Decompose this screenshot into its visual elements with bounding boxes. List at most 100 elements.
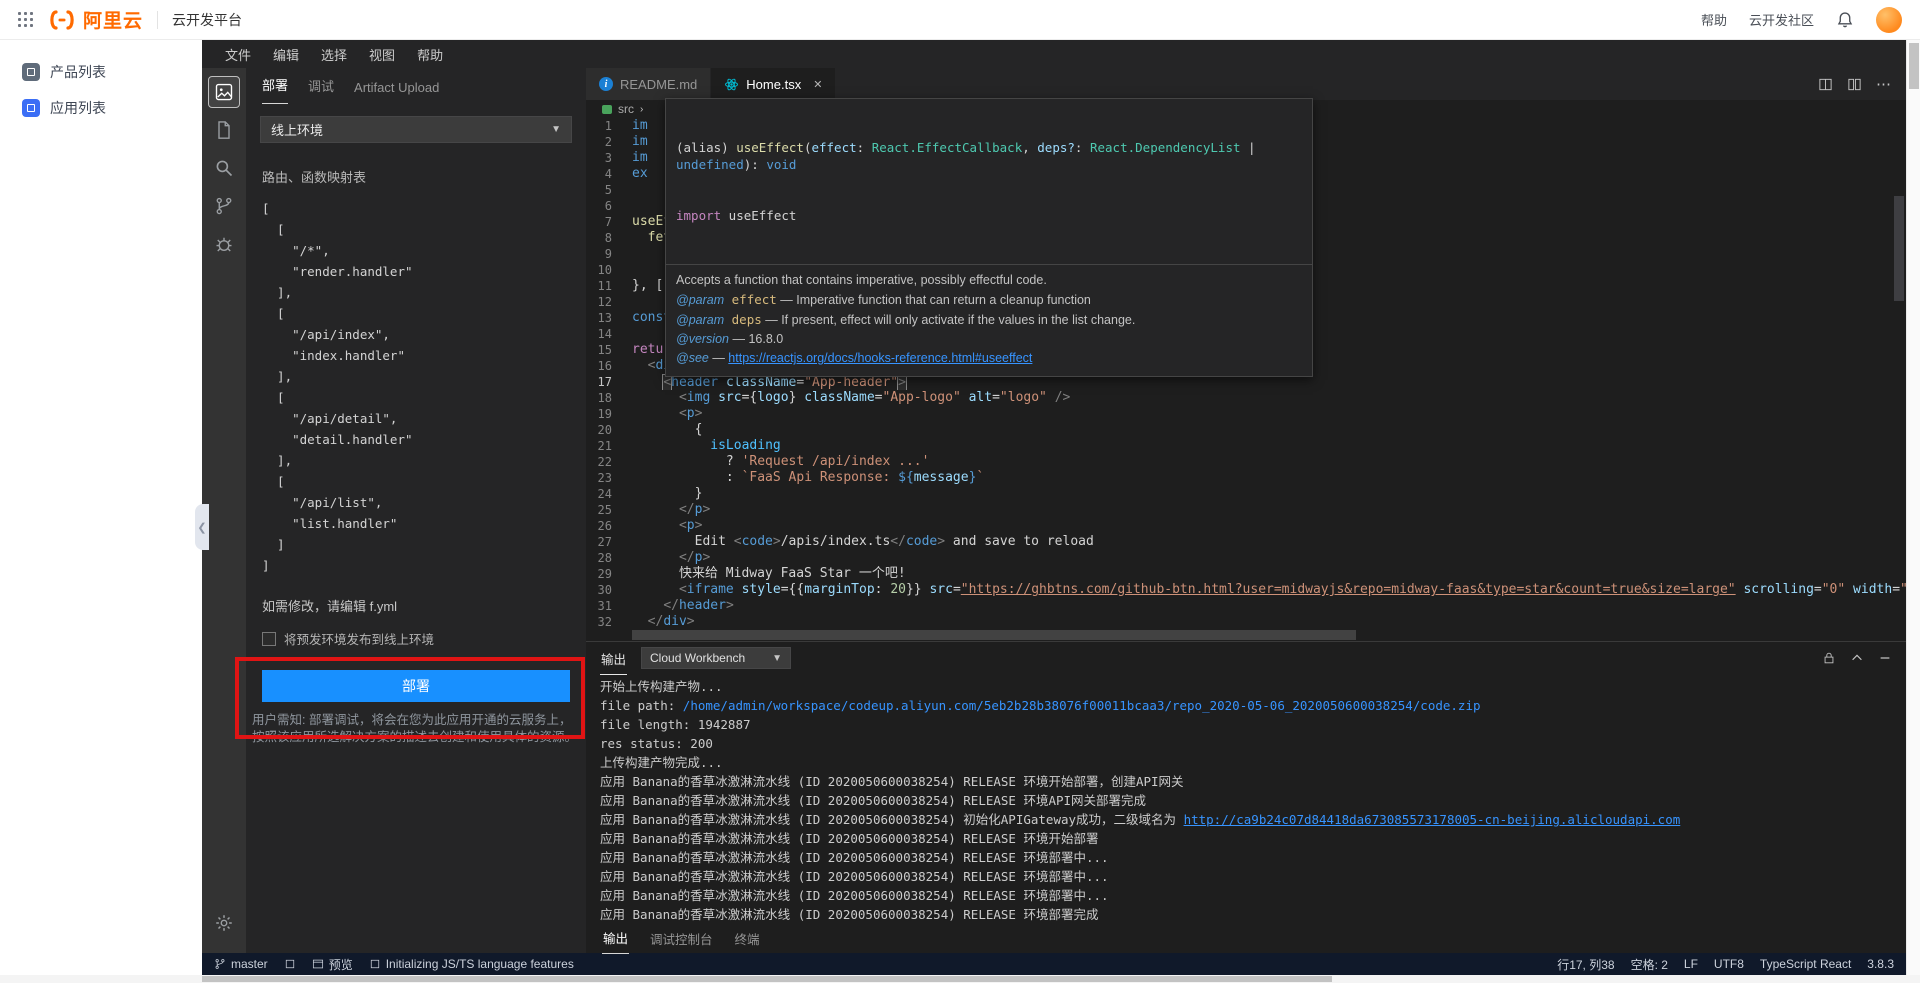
breadcrumb-item[interactable]: src [618, 102, 634, 116]
line-number: 28 [597, 551, 612, 565]
mapping-title: 路由、函数映射表 [262, 170, 367, 185]
mapping-line: ], [262, 285, 293, 300]
status-preview[interactable]: 预览 [312, 956, 353, 973]
src-folder-icon [602, 104, 612, 114]
status-right-5[interactable]: 3.8.3 [1867, 957, 1894, 971]
code-text: <img src={logo} className="App-logo" alt… [678, 390, 1071, 405]
status-right-3[interactable]: UTF8 [1714, 957, 1744, 971]
menu-item-2[interactable]: 选择 [310, 45, 358, 64]
search-icon[interactable] [208, 152, 240, 184]
line-number: 23 [597, 471, 612, 485]
sidebar-item-0[interactable]: 产品列表 [0, 54, 202, 90]
close-panel-icon[interactable] [1878, 651, 1892, 665]
page-vertical-scrollbar[interactable] [1906, 40, 1920, 975]
status-language-status[interactable]: Initializing JS/TS language features [369, 957, 574, 971]
output-text: 应用 Banana的香草冰激淋流水线 (ID 2020050600038254)… [600, 774, 1184, 789]
deploy-panel-tab-0[interactable]: 部署 [262, 75, 289, 104]
hover-see-row: @see — https://reactjs.org/docs/hooks-re… [676, 351, 1033, 365]
ide: 文件 编辑 选择 视图 帮助 部署 调试 Artifact Upload 线上环境 ▼ 路由… [202, 40, 1906, 975]
mapping-block: [ [ "/*", "render.handler" ], [ "/api/in… [262, 198, 570, 576]
mapping-line: [ [262, 390, 285, 405]
editor-tab-readme-md[interactable]: i README.md [586, 68, 712, 100]
deploy-panel-tab-1[interactable]: 调试 [308, 76, 334, 104]
maximize-panel-icon[interactable] [1850, 651, 1864, 665]
output-text: res status: 200 [600, 736, 713, 751]
menu-item-3[interactable]: 视图 [358, 45, 406, 64]
file-icon[interactable] [208, 114, 240, 146]
code-text: } [632, 486, 703, 501]
editor-tab-home-tsx[interactable]: Home.tsx ✕ [711, 68, 837, 100]
menubar: 文件 编辑 选择 视图 帮助 [202, 40, 1906, 68]
line-number: 22 [597, 455, 612, 469]
notification-bell-icon[interactable] [1836, 11, 1854, 29]
explorer-icon[interactable] [208, 76, 240, 108]
output-text: file path: [600, 698, 683, 713]
deploy-button[interactable]: 部署 [262, 670, 570, 702]
deploy-panel-tab-2[interactable]: Artifact Upload [354, 80, 439, 104]
mapping-line: [ [262, 222, 285, 237]
line-number: 8 [604, 231, 612, 245]
line-number: 4 [604, 167, 612, 181]
editor-tabbar-tabs: i README.md Home.tsx ✕ [586, 68, 837, 100]
editor-vertical-scrollbar[interactable] [1894, 196, 1904, 301]
mapping-line: [ [262, 201, 270, 216]
panel-tab-2[interactable]: 终端 [734, 923, 761, 954]
topbar: 阿里云 云开发平台 帮助 云开发社区 [0, 0, 1920, 40]
publish-checkbox[interactable] [262, 631, 276, 646]
line-number: 31 [597, 599, 612, 613]
sidebar-item-1[interactable]: 应用列表 [0, 90, 202, 126]
menu-item-0[interactable]: 文件 [214, 45, 262, 64]
menu-item-4[interactable]: 帮助 [406, 45, 454, 64]
status-branch[interactable]: master [214, 957, 268, 971]
help-link[interactable]: 帮助 [1701, 10, 1727, 29]
code-text: Edit <code>/apis/index.ts</code> and sav… [632, 534, 1094, 549]
output-log: 开始上传构建产物... file path: /home/admin/worksp… [586, 674, 1906, 923]
user-avatar[interactable] [1876, 6, 1902, 33]
status-right-2[interactable]: LF [1684, 957, 1698, 971]
app-list-icon [22, 99, 40, 117]
panel-tab-1[interactable]: 调试控制台 [649, 923, 714, 954]
mapping-line: "/api/index", [262, 327, 390, 342]
page-horizontal-scrollbar[interactable] [0, 975, 1920, 983]
line-number: 18 [597, 391, 612, 405]
status-right-1[interactable]: 空格: 2 [1631, 956, 1668, 973]
settings-icon[interactable] [208, 907, 240, 939]
line-number: 9 [604, 247, 612, 261]
panel-title-tab[interactable]: 输出 [600, 642, 628, 675]
code-line: 19 <p> [586, 406, 1906, 422]
code-line: 31 </header> [586, 598, 1906, 614]
status-label: 预览 [328, 957, 353, 972]
source-control-icon[interactable] [208, 190, 240, 222]
edit-hint: 如需修改，请编辑 f.yml [262, 599, 398, 614]
status-right-4[interactable]: TypeScript React [1760, 957, 1851, 971]
status-sync[interactable] [284, 958, 296, 970]
panel-tab-0[interactable]: 输出 [602, 922, 630, 954]
code-text: <p> [678, 518, 703, 533]
line-number: 12 [597, 295, 612, 309]
mapping-line: "detail.handler" [262, 432, 413, 447]
output-line: 应用 Banana的香草冰激淋流水线 (ID 2020050600038254)… [600, 886, 1892, 905]
hover-doc-link[interactable]: https://reactjs.org/docs/hooks-reference… [728, 351, 1032, 365]
chevron-right-icon: › [640, 103, 644, 115]
output-channel-select[interactable]: Cloud Workbench ▼ [641, 647, 792, 669]
line-number: 1 [604, 119, 612, 133]
close-icon[interactable]: ✕ [813, 78, 822, 91]
mapping-line: ] [262, 558, 270, 573]
toggle-layout-icon[interactable] [1818, 77, 1833, 92]
apps-grid-icon[interactable] [18, 12, 33, 27]
editor-horizontal-scrollbar[interactable] [632, 630, 1880, 640]
sidebar-collapse-handle[interactable]: ❮ [195, 504, 209, 550]
line-number: 32 [597, 615, 612, 629]
output-link[interactable]: http://ca9b24c07d84418da673085573178005-… [1184, 812, 1681, 827]
output-link[interactable]: /home/admin/workspace/codeup.aliyun.com/… [683, 698, 1481, 713]
environment-select[interactable]: 线上环境 ▼ [260, 116, 572, 143]
more-actions-icon[interactable]: ⋯ [1876, 75, 1892, 93]
line-number: 30 [597, 583, 612, 597]
menu-item-1[interactable]: 编辑 [262, 45, 310, 64]
status-right-0[interactable]: 行17, 列38 [1557, 956, 1614, 973]
community-link[interactable]: 云开发社区 [1749, 10, 1814, 29]
lock-scroll-icon[interactable] [1822, 651, 1836, 665]
debug-icon[interactable] [208, 228, 240, 260]
split-editor-icon[interactable] [1847, 77, 1862, 92]
alibaba-cloud-logo[interactable]: 阿里云 [47, 6, 143, 33]
